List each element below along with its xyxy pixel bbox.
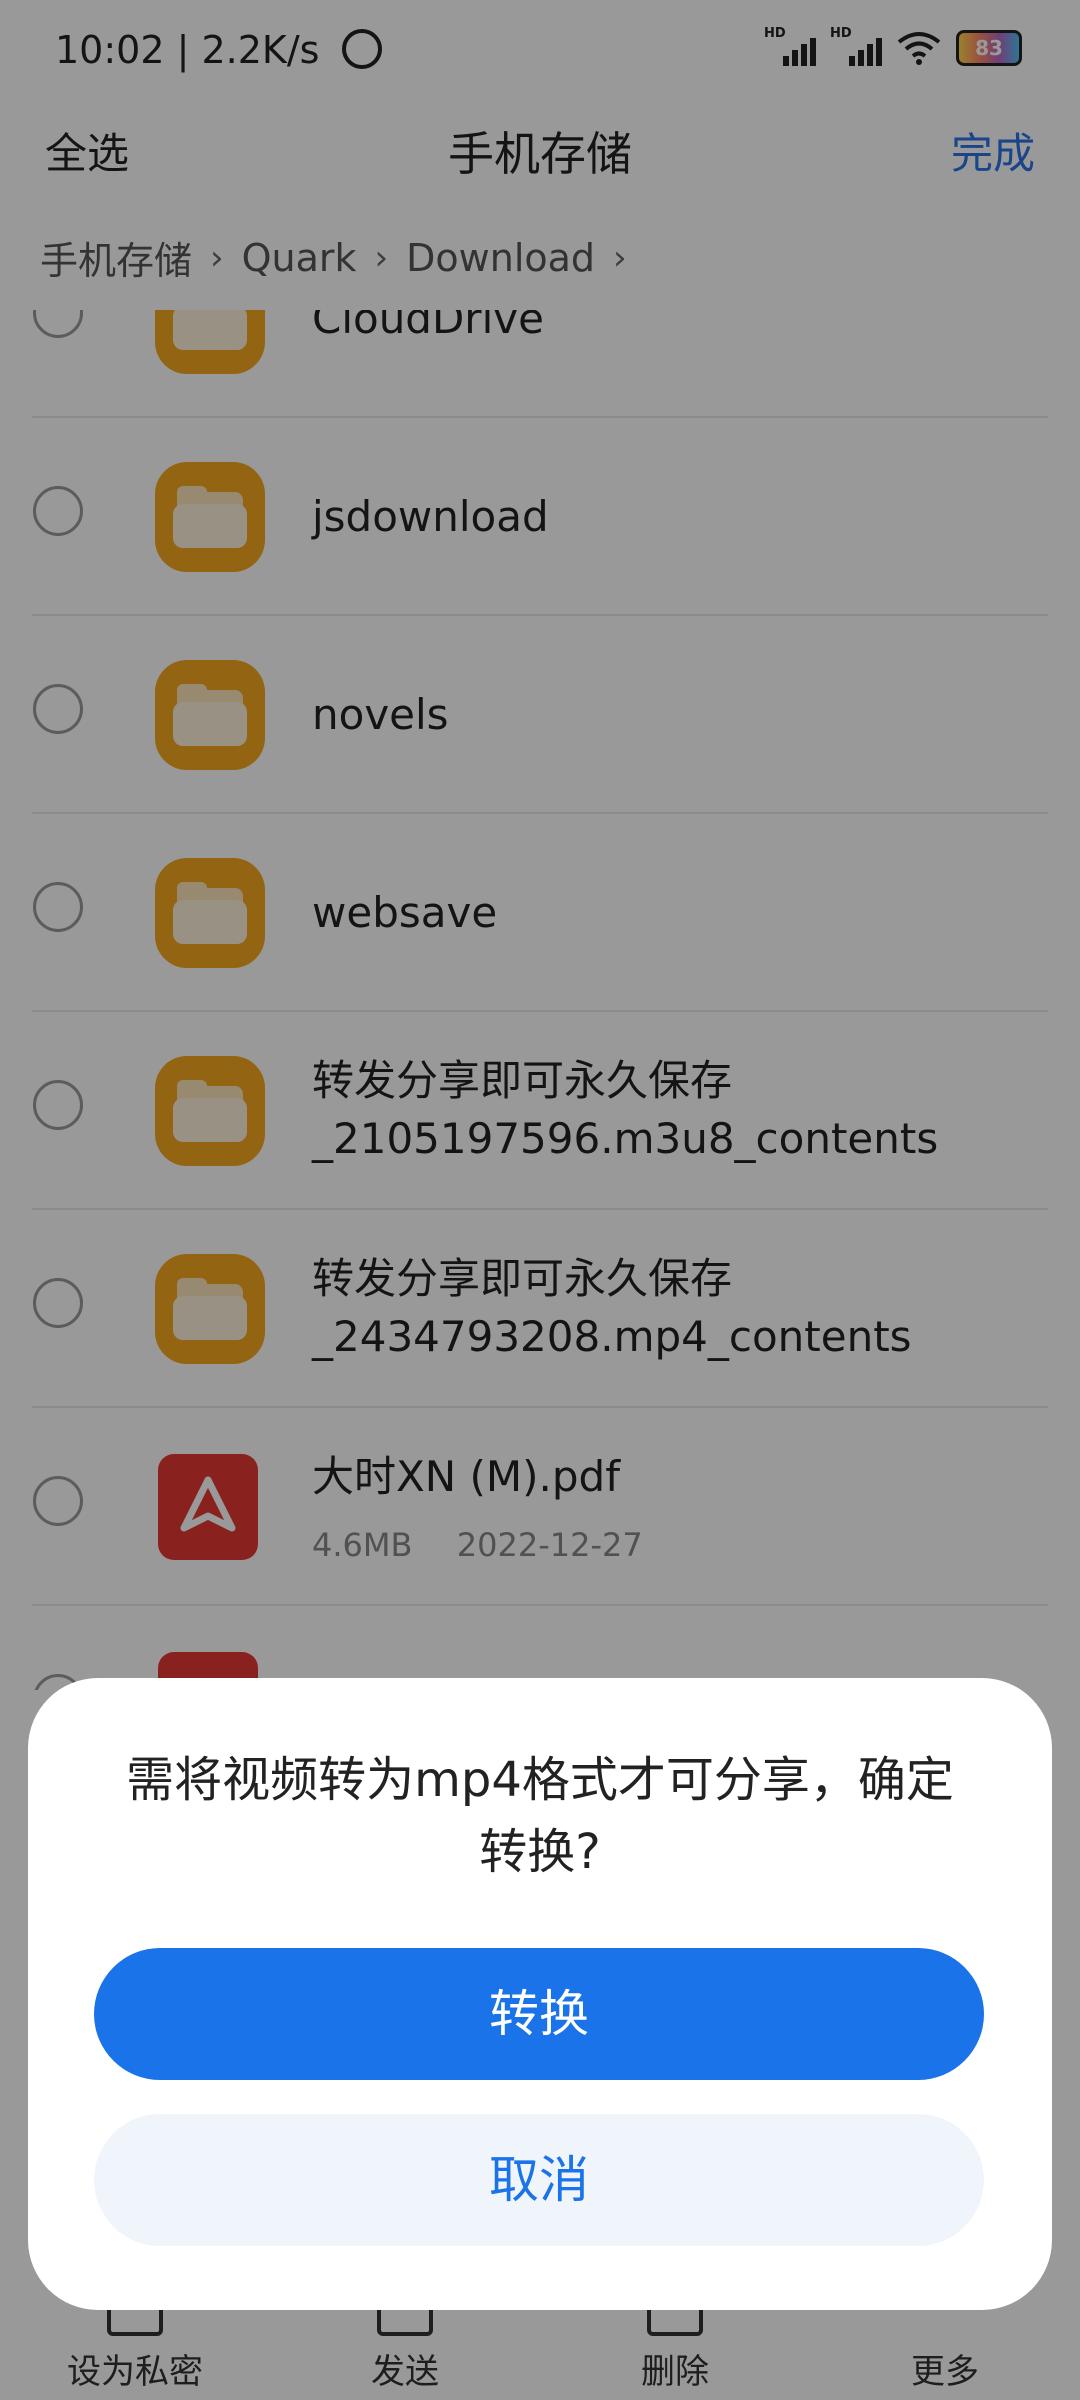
cancel-button[interactable]: 取消 xyxy=(94,2114,984,2246)
convert-dialog: 需将视频转为mp4格式才可分享，确定转换? 转换 取消 xyxy=(28,1678,1052,2310)
convert-button[interactable]: 转换 xyxy=(94,1948,984,2080)
dialog-message: 需将视频转为mp4格式才可分享，确定转换? xyxy=(126,1752,954,1880)
